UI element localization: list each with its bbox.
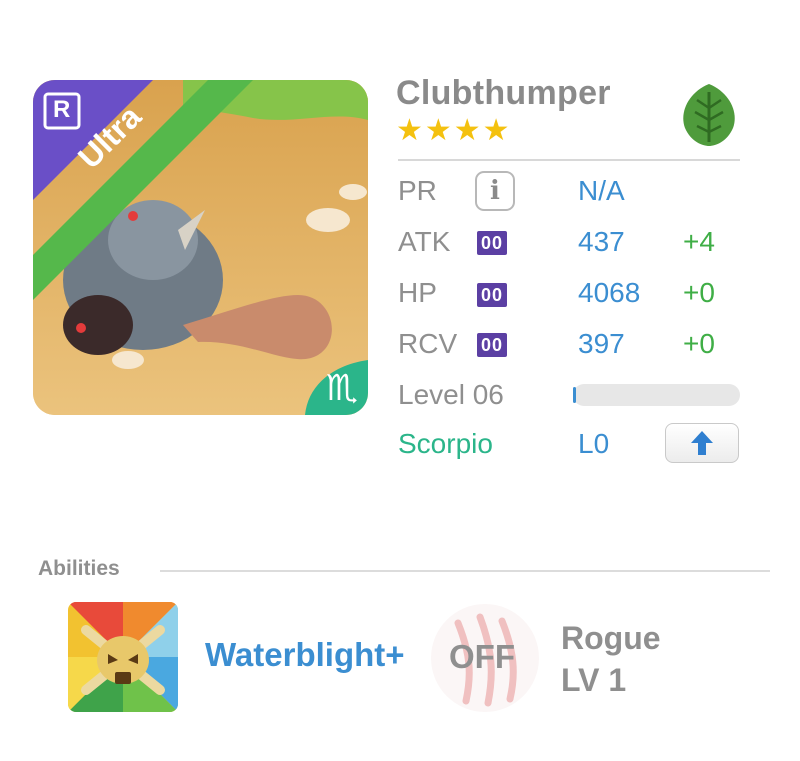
leaf-icon — [677, 82, 741, 148]
level-progress-fill — [573, 387, 576, 403]
pr-label: PR — [398, 175, 437, 206]
zodiac-icon: ♏ — [325, 368, 358, 409]
upgrade-button[interactable] — [665, 423, 739, 463]
star-rating: ★★★★ — [396, 114, 512, 147]
atk-plus-badge: 00 — [477, 231, 508, 255]
skill-name: Rogue — [561, 620, 661, 656]
hp-bonus: +0 — [683, 277, 715, 308]
monster-portrait[interactable]: R Ultra ♏ — [33, 80, 368, 415]
sign-level: L0 — [578, 428, 610, 459]
monster-artwork — [33, 80, 368, 415]
monster-name: Clubthumper — [396, 74, 611, 112]
atk-label: ATK — [398, 226, 451, 257]
level-progress-bar — [573, 384, 740, 406]
pr-value: N/A — [578, 175, 625, 206]
divider — [160, 570, 770, 572]
hp-value: 4068 — [578, 277, 641, 308]
level-label: Level 06 — [398, 379, 504, 410]
info-icon[interactable]: i — [475, 171, 515, 211]
skill-level: LV 1 — [561, 662, 627, 698]
skill-status: OFF — [449, 638, 515, 675]
rcv-plus-badge: 00 — [477, 333, 508, 357]
atk-value: 437 — [578, 226, 625, 257]
ability-icon[interactable] — [68, 602, 178, 712]
divider — [398, 159, 740, 161]
rcv-value: 397 — [578, 328, 625, 359]
arrow-up-icon — [691, 431, 713, 455]
abilities-heading: Abilities — [38, 557, 120, 580]
zodiac-sign: Scorpio — [398, 428, 493, 459]
rarity-badge-letter: R — [53, 96, 71, 123]
rcv-bonus: +0 — [683, 328, 715, 359]
hp-plus-badge: 00 — [477, 283, 508, 307]
atk-bonus: +4 — [683, 226, 715, 257]
ability-name: Waterblight+ — [205, 636, 405, 673]
rcv-label: RCV — [398, 328, 458, 359]
hp-label: HP — [398, 277, 437, 308]
